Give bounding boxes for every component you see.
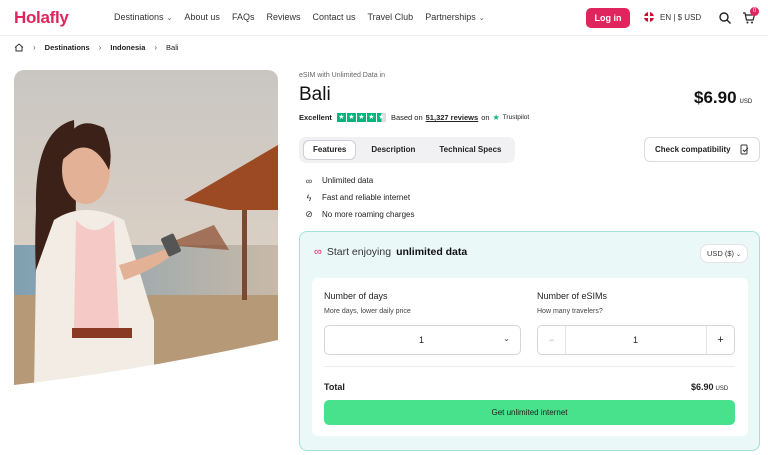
plan-card: ∞ Start enjoying unlimited data USD ($) ⌄… <box>299 231 760 451</box>
total-value: $6.90 <box>691 382 714 392</box>
plan-heading-pre: Start enjoying <box>326 246 392 258</box>
feature-label: Fast and reliable internet <box>322 193 411 202</box>
breadcrumb-current: Bali <box>166 43 179 52</box>
chevron-down-icon: ⌄ <box>478 15 485 22</box>
language-selector[interactable]: EN | $ USD <box>644 12 701 22</box>
feature-item: ⊘ No more roaming charges <box>304 206 414 223</box>
nav-item-reviews[interactable]: Reviews <box>266 12 300 22</box>
nav-item-destinations[interactable]: Destinations ⌄ <box>114 12 172 22</box>
reviews-link[interactable]: 51,327 reviews <box>426 113 479 122</box>
breadcrumb-indonesia[interactable]: Indonesia <box>110 43 145 52</box>
star-half-icon: ★ <box>376 113 386 122</box>
days-label: Number of days <box>324 291 388 301</box>
chevron-right-icon: › <box>98 43 102 52</box>
esims-sublabel: How many travelers? <box>537 308 603 315</box>
search-icon[interactable] <box>718 11 732 25</box>
tab-technical-specs[interactable]: Technical Specs <box>430 140 510 160</box>
feature-item: ϟ Fast and reliable internet <box>304 189 414 206</box>
feature-item: ∞ Unlimited data <box>304 172 414 189</box>
days-sublabel: More days, lower daily price <box>324 308 411 315</box>
rating-stars: ★ ★ ★ ★ ★ <box>336 113 386 122</box>
esims-label: Number of eSIMs <box>537 291 608 301</box>
chevron-right-icon: › <box>154 43 158 52</box>
trustpilot-label: Trustpilot <box>502 114 530 121</box>
divider <box>324 366 735 367</box>
page-title: Bali <box>299 84 331 105</box>
check-compatibility-button[interactable]: Check compatibility <box>644 137 760 162</box>
infinity-icon: ∞ <box>314 246 322 258</box>
phone-check-icon <box>740 144 749 155</box>
home-icon[interactable] <box>14 43 24 52</box>
nav-item-faqs[interactable]: FAQs <box>232 12 255 22</box>
product-subtitle: eSIM with Unlimited Data in <box>299 72 385 79</box>
trustpilot-star-icon: ★ <box>492 113 500 122</box>
plan-heading: ∞ Start enjoying unlimited data <box>314 246 467 258</box>
lightning-icon: ϟ <box>306 192 312 203</box>
esims-stepper: − 1 + <box>537 325 735 355</box>
price-value: $6.90 <box>694 88 737 107</box>
star-icon: ★ <box>366 113 376 122</box>
breadcrumb-destinations[interactable]: Destinations <box>45 43 90 52</box>
star-icon: ★ <box>336 113 346 122</box>
plan-heading-bold: unlimited data <box>396 246 468 258</box>
site-header: Holafly Destinations ⌄ About us FAQs Revi… <box>0 0 768 36</box>
uk-flag-icon <box>644 12 654 22</box>
rating-on: on <box>481 113 490 122</box>
product-tabs: Features Description Technical Specs <box>299 137 515 163</box>
star-icon: ★ <box>346 113 356 122</box>
chevron-down-icon: ⌄ <box>166 15 173 22</box>
language-label: EN | $ USD <box>660 12 702 22</box>
nav-label: Destinations <box>114 12 164 22</box>
logo[interactable]: Holafly <box>14 8 69 28</box>
rating-row: Excellent ★ ★ ★ ★ ★ Based on 51,327 revi… <box>299 113 529 122</box>
chevron-right-icon: › <box>33 43 36 52</box>
compatibility-label: Check compatibility <box>655 145 731 154</box>
infinity-icon: ∞ <box>305 175 313 186</box>
features-list: ∞ Unlimited data ϟ Fast and reliable int… <box>304 172 414 223</box>
total-label: Total <box>324 382 345 392</box>
feature-label: No more roaming charges <box>322 210 415 219</box>
total-price: $6.90 USD <box>691 382 728 392</box>
get-unlimited-internet-button[interactable]: Get unlimited internet <box>324 400 735 425</box>
chevron-down-icon: ⌄ <box>503 334 510 343</box>
currency-select[interactable]: USD ($) ⌄ <box>700 244 748 263</box>
no-roaming-icon: ⊘ <box>305 209 313 219</box>
product-price: $6.90 USD <box>694 88 752 108</box>
cart-count-badge: 0 <box>750 7 759 16</box>
esims-value[interactable]: 1 <box>633 335 638 345</box>
tab-description[interactable]: Description <box>362 140 424 160</box>
days-select[interactable]: 1 ⌄ <box>324 325 521 355</box>
chevron-down-icon: ⌄ <box>736 252 742 258</box>
increment-button[interactable]: + <box>706 326 734 354</box>
price-currency: USD <box>739 99 753 105</box>
plan-form: Number of days More days, lower daily pr… <box>312 278 748 436</box>
nav-item-partnerships[interactable]: Partnerships ⌄ <box>425 12 484 22</box>
login-button[interactable]: Log in <box>586 8 630 28</box>
main-nav: Destinations ⌄ About us FAQs Reviews Cont… <box>114 12 485 22</box>
hero-image <box>14 70 278 390</box>
days-value: 1 <box>419 335 425 345</box>
decrement-button[interactable]: − <box>538 326 566 354</box>
feature-label: Unlimited data <box>322 176 374 185</box>
rating-pre: Based on <box>390 113 423 122</box>
tab-features[interactable]: Features <box>303 140 357 160</box>
currency-value: USD ($) <box>706 249 735 258</box>
breadcrumb: › Destinations › Indonesia › Bali <box>14 43 179 52</box>
rating-word: Excellent <box>299 113 332 122</box>
nav-item-contact[interactable]: Contact us <box>312 12 355 22</box>
total-currency: USD <box>715 386 729 392</box>
nav-label: Partnerships <box>425 12 476 22</box>
star-icon: ★ <box>356 113 366 122</box>
nav-item-travel-club[interactable]: Travel Club <box>368 12 414 22</box>
nav-item-about[interactable]: About us <box>184 12 220 22</box>
